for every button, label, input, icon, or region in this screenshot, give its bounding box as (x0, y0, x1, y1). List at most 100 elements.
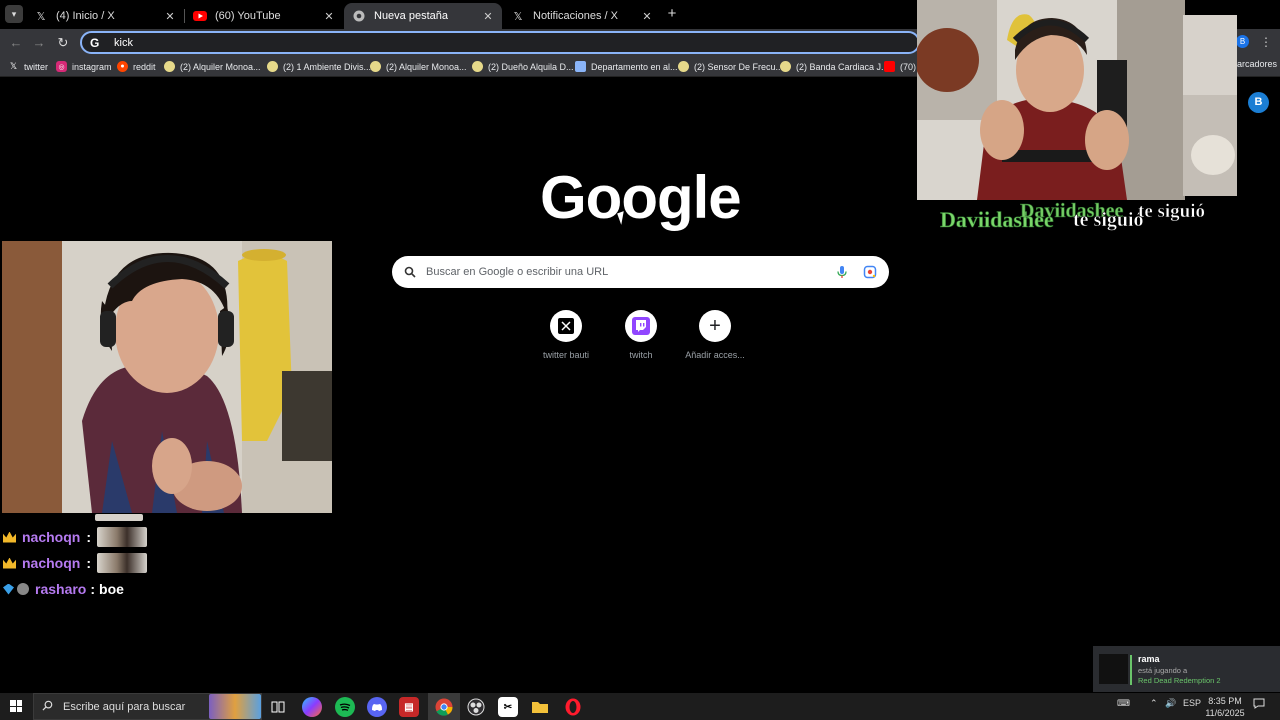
bookmark-item[interactable]: (2) Alquiler Monoa... (164, 59, 261, 74)
google-lens-icon[interactable] (863, 265, 877, 279)
tab-x-home[interactable]: 𝕏 (4) Inicio / X ✕ (26, 3, 184, 29)
plus-icon: + (699, 310, 731, 342)
bookmark-item[interactable]: ◎ instagram (56, 59, 112, 74)
activity-username: rama (1138, 654, 1160, 664)
profile-badge: B (1248, 92, 1269, 113)
folder-icon[interactable] (530, 697, 550, 717)
address-bar-text[interactable]: kick (114, 37, 133, 49)
bookmark-item[interactable]: ● reddit (117, 59, 156, 74)
bookmark-item[interactable]: (2) Sensor De Frecu... (678, 59, 783, 74)
bookmark-item[interactable]: Departamento en al... (575, 59, 678, 74)
address-bar[interactable]: G kick (80, 31, 920, 54)
system-clock[interactable]: 8:35 PM 11/6/2025 (1197, 695, 1253, 719)
twitch-icon (625, 310, 657, 342)
webcam-clip-side (1183, 15, 1237, 196)
chat-username: rasharo (35, 581, 87, 597)
bookmark-label: reddit (133, 61, 156, 72)
close-icon[interactable]: ✕ (164, 10, 176, 23)
notifications-icon[interactable] (1253, 698, 1265, 711)
search-placeholder[interactable]: Buscar en Google o escribir una URL (426, 266, 835, 278)
shortcut-add[interactable]: + Añadir acces... (680, 310, 750, 360)
x-logo-icon: 𝕏 (36, 10, 46, 23)
bookmark-item[interactable]: 𝕏twitter (8, 59, 48, 74)
follow-alert: Daviidashee Daviidashee te siguió te sig… (940, 200, 1230, 237)
chrome-icon[interactable] (434, 697, 454, 717)
bookmark-label: (2) Dueño Alquila D... (488, 61, 574, 72)
chat-message: nachoqn : (3, 552, 148, 574)
tab-title: (60) YouTube (215, 10, 281, 22)
bookmark-item[interactable]: (2) Alquiler Monoa... (370, 59, 467, 74)
shortcut-label: Añadir acces... (685, 350, 745, 360)
chat-emote-fragment (95, 514, 143, 521)
shortcut-twitch[interactable]: twitch (606, 310, 676, 360)
back-button[interactable]: ← (6, 33, 26, 53)
chevron-up-icon[interactable]: ⌃ (1150, 698, 1158, 709)
capcut-icon[interactable]: ✂ (498, 697, 518, 717)
all-bookmarks-button[interactable]: arcadores (1237, 59, 1277, 69)
x-logo-icon: 𝕏 (513, 10, 523, 23)
close-icon[interactable]: ✕ (641, 10, 653, 23)
bookmark-label: twitter (24, 61, 49, 72)
instagram-icon: ◎ (56, 61, 67, 72)
search-icon (404, 266, 416, 278)
taskbar-search-placeholder[interactable]: Escribe aquí para buscar (63, 701, 185, 713)
chevron-down-icon: ▾ (11, 8, 17, 19)
google-search-box[interactable]: Buscar en Google o escribir una URL (392, 256, 889, 288)
shortcut-twitter-bauti[interactable]: twitter bauti (531, 310, 601, 360)
youtube-icon (884, 61, 895, 72)
search-highlight-image (209, 694, 261, 719)
chat-separator: : (86, 529, 92, 545)
chat-username: nachoqn (22, 555, 81, 571)
bookmark-site-icon (370, 61, 381, 72)
bookmark-site-icon (472, 61, 483, 72)
image-icon (575, 61, 586, 72)
chat-text: boe (99, 581, 124, 597)
follow-alert-message: te siguió (1073, 209, 1144, 232)
avatar (1099, 654, 1128, 684)
close-icon[interactable]: ✕ (323, 10, 335, 23)
activity-status: está jugando a (1138, 666, 1188, 675)
obs-icon[interactable] (466, 697, 486, 717)
bookmark-item[interactable]: (2) Dueño Alquila D... (472, 59, 574, 74)
tab-new-tab[interactable]: Nueva pestaña ✕ (344, 3, 502, 29)
opera-icon[interactable] (563, 697, 583, 717)
close-icon[interactable]: ✕ (482, 10, 494, 23)
spotify-icon[interactable] (335, 697, 355, 717)
reload-button[interactable]: ↻ (53, 33, 73, 53)
chat-message: nachoqn : (3, 526, 148, 548)
chat-username: nachoqn (22, 529, 81, 545)
tab-title: (4) Inicio / X (56, 10, 115, 22)
forward-button[interactable]: → (29, 33, 49, 53)
tab-youtube[interactable]: (60) YouTube ✕ (185, 3, 343, 29)
tab-title: Nueva pestaña (374, 10, 448, 22)
keyboard-icon[interactable]: ⌨ (1117, 698, 1130, 709)
chrome-icon (352, 9, 366, 23)
bookmark-site-icon (164, 61, 175, 72)
x-logo-icon (550, 310, 582, 342)
windows-taskbar: Escribe aquí para buscar ▤ ✂ ⌨ ⌃ 🔊 ESP 8… (0, 693, 1280, 720)
windows-start-icon[interactable] (10, 700, 22, 712)
webcam-video (2, 241, 332, 513)
tab-title: Notificaciones / X (533, 10, 618, 22)
streaming-app-icon[interactable]: ▤ (399, 697, 419, 717)
taskbar-search[interactable]: Escribe aquí para buscar (33, 693, 262, 720)
bookmark-site-icon (780, 61, 791, 72)
chat-separator: : (90, 581, 96, 597)
activity-notification[interactable]: rama está jugando a Red Dead Redemption … (1093, 646, 1280, 692)
tab-x-notifications[interactable]: 𝕏 Notificaciones / X ✕ (503, 3, 661, 29)
tab-search-button[interactable]: ▾ (5, 5, 23, 23)
bookmark-label: (2) Banda Cardiaca J... (796, 61, 889, 72)
menu-icon[interactable]: ⋮ (1260, 35, 1272, 49)
microphone-icon[interactable] (835, 265, 849, 279)
youtube-icon (193, 9, 207, 23)
google-g-icon: G (90, 35, 100, 50)
copilot-icon[interactable] (302, 697, 322, 717)
profile-avatar[interactable]: B (1236, 35, 1249, 48)
bookmark-item[interactable]: (2) 1 Ambiente Divis... (267, 59, 371, 74)
wolf-badge-icon (17, 583, 29, 595)
task-view-icon[interactable] (268, 697, 288, 717)
volume-icon[interactable]: 🔊 (1165, 698, 1176, 709)
bookmark-item[interactable]: (2) Banda Cardiaca J... (780, 59, 889, 74)
new-tab-button[interactable]: + (664, 5, 680, 23)
discord-icon[interactable] (367, 697, 387, 717)
